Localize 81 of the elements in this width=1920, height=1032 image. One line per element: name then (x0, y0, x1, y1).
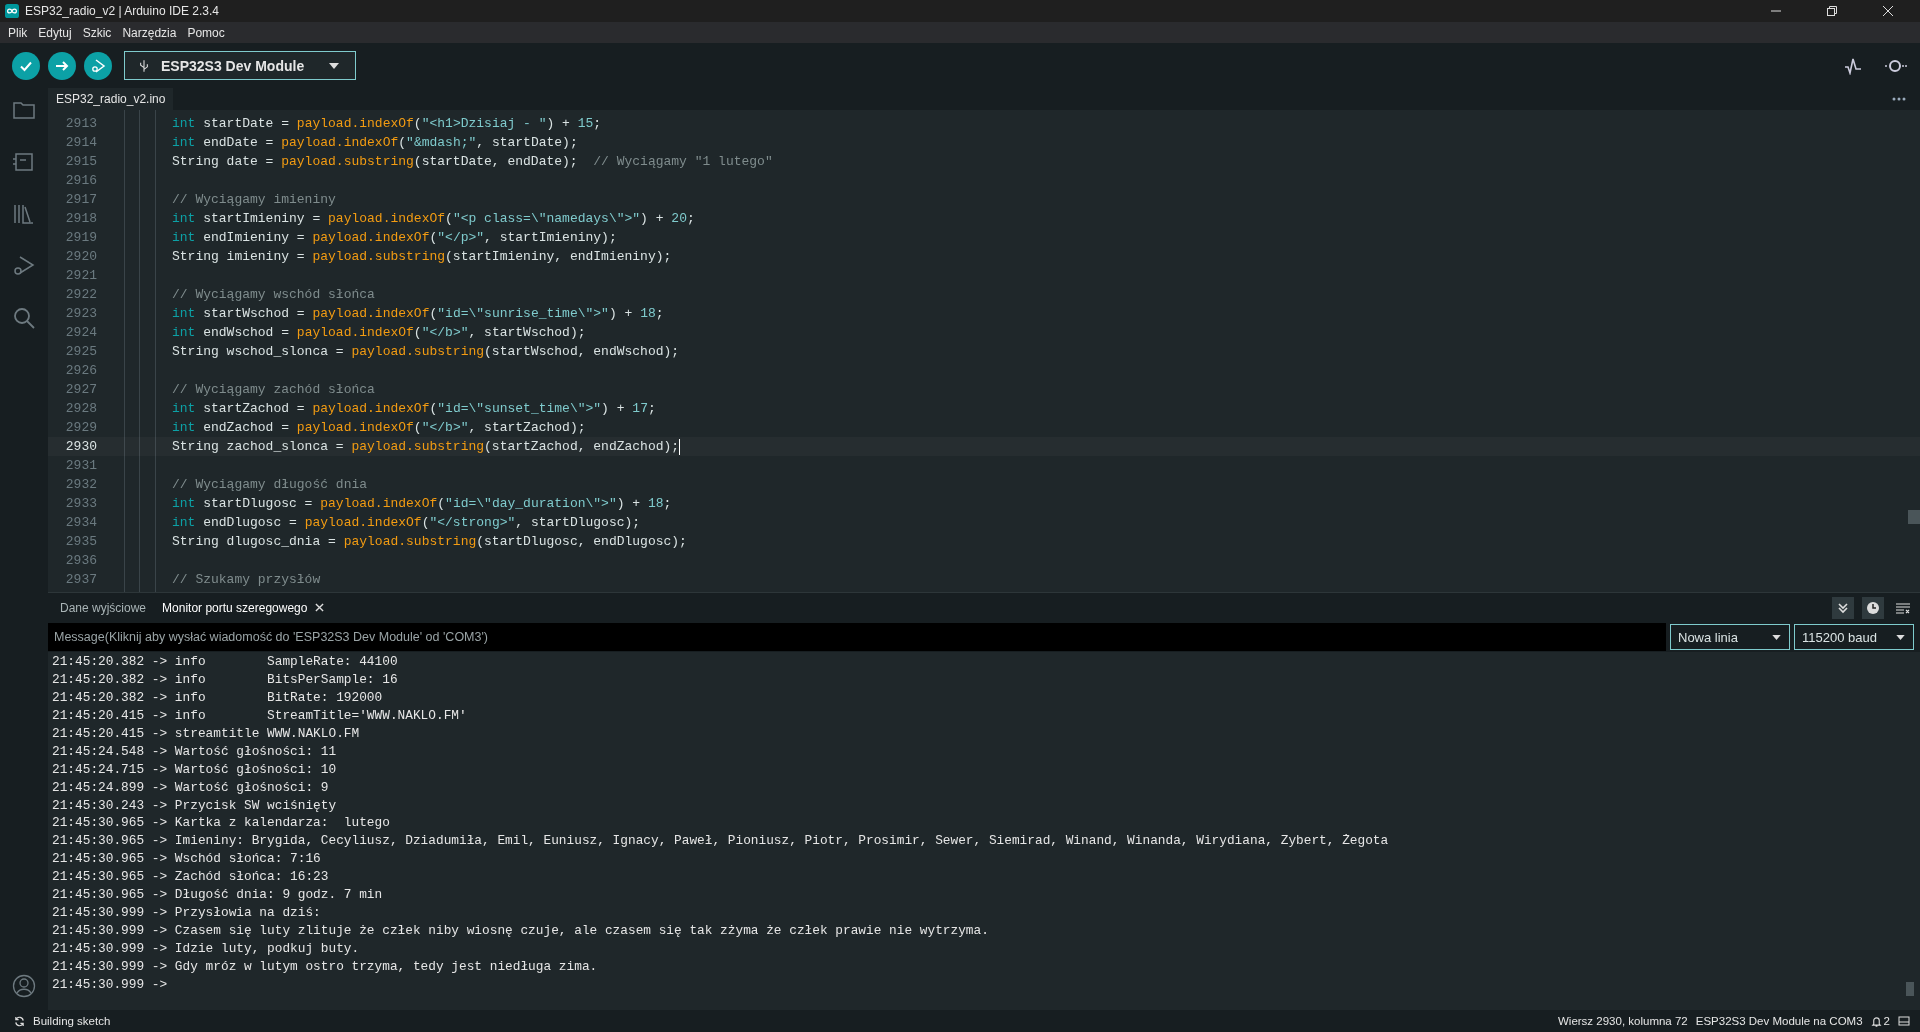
line-number: 2915 (64, 154, 97, 169)
code-line: String dlugosc_dnia = payload.substring(startDlugosc, endDlugosc); (172, 534, 687, 549)
line-number: 2925 (64, 344, 97, 359)
code-line: String zachod_slonca = payload.substring(startZachod, endZachod); (172, 439, 680, 454)
cursor-position[interactable]: Wiersz 2930, kolumna 72 (1558, 1015, 1688, 1027)
serial-output-line: 21:45:30.965 -> Wschód słońca: 7:16 (52, 850, 321, 869)
code-line: int startDlugosc = payload.indexOf("id=\"day_duration\">") + 18; (172, 496, 672, 511)
line-number: 2929 (64, 420, 97, 435)
code-line: String imieniny = payload.substring(startImieniny, endImieniny); (172, 249, 672, 264)
menu-item[interactable]: Szkic (78, 25, 116, 40)
line-number: 2935 (64, 534, 97, 549)
panel-tab[interactable]: Monitor portu szeregowego (158, 600, 312, 615)
code-line: String wschod_slonca = payload.substring(startWschod, endWschod); (172, 344, 680, 359)
serial-output-line: 21:45:30.965 -> Kartka z kalendarza: lutego (52, 814, 390, 833)
line-number: 2918 (64, 211, 97, 226)
line-number: 2919 (64, 230, 97, 245)
line-number: 2934 (64, 515, 97, 530)
line-number: 2917 (64, 192, 97, 207)
panel-tab[interactable]: Dane wyjściowe (56, 600, 151, 615)
line-number: 2936 (64, 553, 97, 568)
line-number: 2914 (64, 135, 97, 150)
serial-output-line: 21:45:30.999 -> Gdy mróz w lutym ostro trzyma, tedy jest niedługa zima. (52, 957, 598, 976)
code-line: int endImieniny = payload.indexOf("</p>", startImieniny); (172, 230, 617, 245)
line-number: 2926 (64, 363, 97, 378)
code-line: // Wyciągamy wschód słońca (172, 287, 375, 302)
status-text: Building sketch (33, 1015, 111, 1027)
board-selector[interactable]: ESP32S3 Dev Module (124, 51, 356, 80)
serial-output-line: 21:45:24.548 -> Wartość głośności: 11 (52, 742, 337, 761)
line-number: 2930 (64, 439, 97, 454)
code-line: int endZachod = payload.indexOf("</b>", startZachod); (172, 420, 586, 435)
serial-output-line: 21:45:30.999 -> Czasem się luty zlituje że człek niby wiosnę czuje, ale czasem się tak zżyma że człek prawie nie wytrzyma. (52, 922, 989, 940)
code-line: int startZachod = payload.indexOf("id=\"sunset_time\">") + 17; (172, 401, 656, 416)
line-number: 2916 (64, 173, 97, 188)
code-line: // Wyciągamy zachód słońca (172, 382, 375, 397)
notification-count: 2 (1883, 1015, 1890, 1027)
serial-output-line: 21:45:20.415 -> info StreamTitle='WWW.NAKLO.FM' (52, 706, 467, 725)
code-line: // Szukamy przysłów (172, 572, 321, 587)
line-number: 2927 (64, 382, 97, 397)
serial-output-line: 21:45:30.999 -> Idzie luty, podkuj buty. (52, 940, 360, 958)
menu-item[interactable]: Narzędzia (118, 25, 181, 40)
serial-output-line: 21:45:30.965 -> Długość dnia: 9 godz. 7 min (52, 886, 383, 905)
serial-output-line: 21:45:24.899 -> Wartość głośności: 9 (52, 778, 329, 797)
menu-item[interactable]: Pomoc (183, 25, 229, 40)
line-ending-dropdown[interactable]: Nowa linia (1670, 624, 1790, 650)
line-number: 2937 (64, 572, 97, 587)
code-line: int startWschod = payload.indexOf("id=\"sunrise_time\">") + 18; (172, 306, 664, 321)
file-tab[interactable]: ESP32_radio_v2.ino (48, 88, 174, 110)
serial-output-line: 21:45:20.382 -> info BitRate: 192000 (52, 688, 383, 707)
code-line: // Wyciągamy imieniny (172, 192, 336, 207)
line-number: 2933 (64, 496, 97, 511)
line-number: 2928 (64, 401, 97, 416)
message-input[interactable]: Message(Kliknij aby wysłać wiadomość do 'ESP32S3 Dev Module' od 'COM3') (48, 623, 1666, 651)
serial-output-line: 21:45:30.965 -> Imieniny: Brygida, Cecyliusz, Dziadumiła, Emil, Euniusz, Ignacy, Paweł, Pioniusz, Piotr, Prosimir, Sewer, Siemirad, Winand, Winanda, Wirydiana, Zybert, Żegota (52, 832, 1389, 851)
line-number: 2931 (64, 458, 97, 473)
line-number: 2932 (64, 477, 97, 492)
code-line: int endDate = payload.indexOf("&mdash;", startDate); (172, 135, 578, 150)
line-number: 2924 (64, 325, 97, 340)
line-number: 2922 (64, 287, 97, 302)
code-line: String date = payload.substring(startDate, endDate); // Wyciągamy "1 lutego" (172, 154, 773, 169)
serial-output-line: 21:45:30.243 -> Przycisk SW wciśnięty (52, 796, 337, 815)
window-title: ESP32_radio_v2 | Arduino IDE 2.3.4 (25, 4, 219, 18)
serial-output-line: 21:45:30.999 -> Przysłowia na dziś: (52, 904, 321, 923)
line-number: 2923 (64, 306, 97, 321)
line-number: 2913 (64, 116, 97, 131)
serial-output-line: 21:45:20.382 -> info BitsPerSample: 16 (52, 670, 398, 689)
code-line: int startDate = payload.indexOf("<h1>Dzisiaj - ") + 15; (172, 116, 602, 131)
menu-item[interactable]: Edytuj (34, 25, 76, 40)
baud-rate-dropdown[interactable]: 115200 baud (1794, 624, 1914, 650)
code-line: // Wyciągamy długość dnia (172, 477, 368, 492)
code-line: int startImieniny = payload.indexOf("<p class=\"namedays\">") + 20; (172, 211, 695, 226)
code-line: int endWschod = payload.indexOf("</b>", startWschod); (172, 325, 586, 340)
serial-output-line: 21:45:24.715 -> Wartość głośności: 10 (52, 760, 337, 779)
serial-output-line: 21:45:30.999 -> (52, 975, 168, 994)
serial-output-line: 21:45:30.965 -> Zachód słońca: 16:23 (52, 868, 329, 887)
serial-output-line: 21:45:20.382 -> info SampleRate: 44100 (52, 653, 398, 671)
serial-output-line: 21:45:20.415 -> streamtitle WWW.NAKLO.FM (52, 724, 360, 743)
line-number: 2920 (64, 249, 97, 264)
line-number: 2921 (64, 268, 97, 283)
board-port[interactable]: ESP32S3 Dev Module na COM3 (1695, 1015, 1863, 1027)
code-line: int endDlugosc = payload.indexOf("</strong>", startDlugosc); (172, 515, 641, 530)
menu-item[interactable]: Plik (4, 25, 32, 40)
